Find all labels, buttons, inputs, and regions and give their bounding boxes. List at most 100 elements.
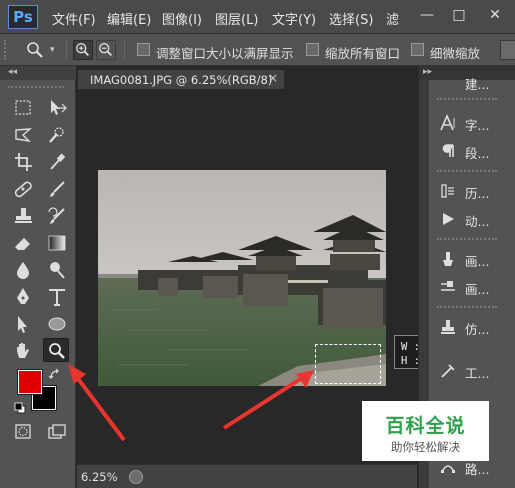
gradient-tool[interactable] (44, 231, 70, 255)
eraser-tool[interactable] (10, 231, 36, 255)
ellipse-icon (48, 317, 66, 331)
ellipse-tool[interactable] (44, 312, 70, 336)
eyedropper-icon (50, 153, 66, 170)
menu-image[interactable]: 图像(I) (162, 9, 202, 28)
blur-tool[interactable] (10, 258, 36, 282)
gradient-icon (48, 235, 66, 251)
zoom-in-icon (76, 43, 90, 57)
zoom-out-button[interactable] (96, 40, 116, 60)
quick-mask-button[interactable] (10, 420, 36, 444)
stamp-icon (15, 208, 32, 223)
hand-icon (17, 343, 29, 358)
zoom-marquee-rectangle (315, 344, 381, 384)
actual-pixels-button[interactable] (500, 40, 515, 60)
droplet-icon (17, 262, 29, 279)
zoom-out-icon (99, 43, 113, 57)
marquee-tool[interactable] (10, 96, 36, 120)
collapse-tools-icon[interactable]: ◂◂ (8, 67, 17, 77)
pen-tool[interactable] (10, 285, 36, 309)
tools-panel-grip[interactable] (8, 86, 64, 89)
panel-item-label: 段... (465, 146, 490, 161)
zoom-in-button[interactable] (73, 40, 93, 60)
menu-bar: Ps 文件(F) 编辑(E) 图像(I) 图层(L) 文字(Y) 选择(S) 滤… (0, 0, 515, 34)
clone-stamp-tool[interactable] (10, 204, 36, 228)
panel-item-brush[interactable]: 画... (429, 246, 515, 272)
history-brush-tool[interactable] (44, 204, 70, 228)
options-bar-grip[interactable] (4, 40, 8, 60)
quick-mask-icon (15, 424, 31, 439)
panel-item-character[interactable]: 字... (429, 110, 515, 136)
zoom-icon (49, 343, 65, 359)
panel-item-history[interactable]: 历... (429, 178, 515, 204)
panel-group-grip[interactable] (437, 238, 497, 241)
menu-type[interactable]: 文字(Y) (272, 9, 316, 28)
brush-tool[interactable] (44, 177, 70, 201)
status-info-icon[interactable] (129, 470, 143, 484)
menu-edit[interactable]: 编辑(E) (107, 9, 151, 28)
tools-panel: ◂◂ (0, 66, 76, 488)
zoom-all-windows-label: 缩放所有窗口 (325, 46, 401, 61)
resize-windows-checkbox[interactable] (137, 43, 150, 56)
panel-item-brush-presets[interactable]: 画... (429, 274, 515, 300)
lasso-tool[interactable] (10, 123, 36, 147)
quick-selection-icon (49, 127, 64, 143)
panel-item-label: 建... (465, 77, 490, 92)
screen-mode-button[interactable] (44, 420, 70, 444)
dodge-tool[interactable] (44, 258, 70, 282)
path-selection-icon (18, 316, 27, 333)
zoom-all-windows-checkbox[interactable] (306, 43, 319, 56)
resize-windows-label: 调整窗口大小以满屏显示 (156, 46, 294, 61)
tool-preset-dropdown-icon[interactable]: ▾ (50, 45, 55, 55)
panel-item-build[interactable]: 建... (429, 70, 515, 96)
watermark-title: 百科全说 (385, 415, 466, 437)
minimize-button[interactable]: — (416, 4, 438, 26)
restore-button[interactable]: □ (448, 4, 470, 26)
zoom-level[interactable]: 6.25% (81, 470, 118, 484)
panel-item-actions[interactable]: 动... (429, 206, 515, 232)
path-selection-tool[interactable] (10, 312, 36, 336)
panel-group-grip[interactable] (437, 306, 497, 309)
menu-select[interactable]: 选择(S) (329, 9, 373, 28)
menu-layer[interactable]: 图层(L) (215, 9, 258, 28)
quick-selection-tool[interactable] (44, 123, 70, 147)
crop-icon (15, 153, 32, 171)
panel-item-clone-source[interactable]: 仿... (429, 314, 515, 340)
zoom-tool-preset-icon[interactable] (26, 41, 44, 59)
panel-group-grip[interactable] (437, 98, 497, 101)
panel-group-grip[interactable] (437, 170, 497, 173)
panel-item-paragraph[interactable]: 段... (429, 138, 515, 164)
panel-item-label: 仿... (465, 322, 490, 337)
options-separator (124, 40, 125, 60)
brush-icon (50, 181, 65, 197)
history-icon (441, 184, 454, 198)
scrubby-zoom-checkbox[interactable] (411, 43, 424, 56)
move-tool[interactable] (44, 96, 70, 120)
scrubby-zoom-label: 细微缩放 (430, 46, 481, 61)
paragraph-icon (442, 144, 454, 157)
photoshop-logo[interactable]: Ps (8, 5, 38, 29)
hand-tool[interactable] (10, 339, 36, 363)
character-icon (440, 114, 455, 131)
close-document-icon[interactable]: × (268, 71, 278, 85)
close-window-button[interactable]: ✕ (484, 4, 506, 26)
panel-item-label: 路... (465, 462, 490, 477)
swap-colors-icon[interactable] (48, 368, 62, 382)
panel-item-label: 字... (465, 118, 490, 133)
history-brush-icon (48, 207, 65, 224)
crop-tool[interactable] (10, 150, 36, 174)
move-icon (51, 100, 67, 115)
default-colors-icon[interactable] (14, 402, 26, 414)
tool-presets-icon (441, 364, 455, 378)
rectangular-marquee-icon (15, 100, 31, 115)
type-tool[interactable] (44, 285, 70, 309)
eyedropper-tool[interactable] (44, 150, 70, 174)
healing-brush-tool[interactable] (10, 177, 36, 201)
foreground-color-swatch[interactable] (17, 369, 43, 395)
zoom-tool[interactable] (43, 338, 69, 362)
eraser-icon (15, 238, 30, 250)
menu-filter[interactable]: 滤 (386, 9, 399, 28)
menu-file[interactable]: 文件(F) (52, 9, 96, 28)
status-bar: 6.25% (77, 464, 417, 488)
document-tab[interactable]: IMAG0081.JPG @ 6.25%(RGB/8) × (77, 69, 285, 89)
panel-item-tool-presets[interactable]: 工... (429, 358, 515, 384)
